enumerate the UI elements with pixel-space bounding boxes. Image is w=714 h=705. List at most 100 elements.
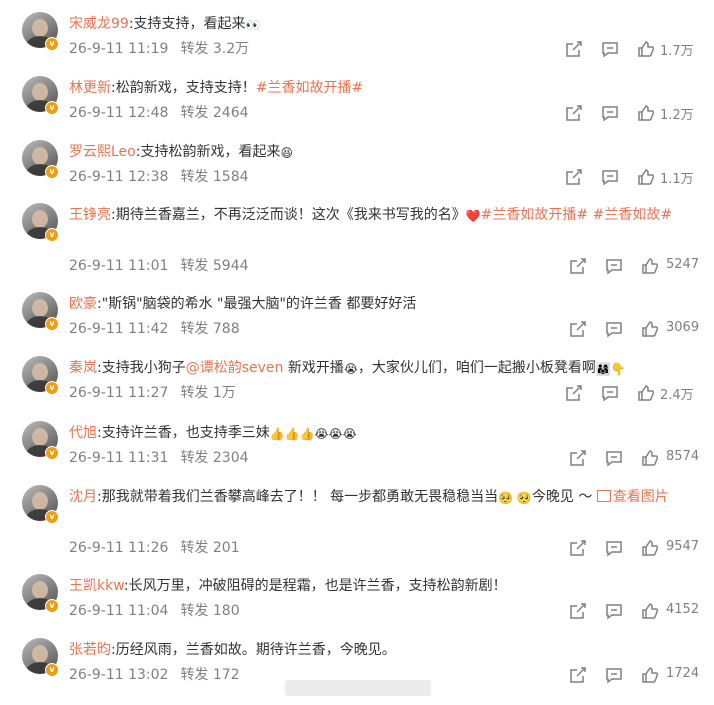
repost-count: 788 [212,321,240,337]
username-link[interactable]: 王凯kkw [69,578,124,594]
watermark [285,680,431,696]
share-icon[interactable] [564,39,584,59]
view-image-link[interactable]: 查看图片 [596,489,669,505]
thumbs-up-icon[interactable] [640,319,660,339]
username-link[interactable]: 宋威龙99 [69,16,129,32]
topic-link[interactable]: #兰香如故# [593,207,672,223]
share-icon[interactable] [564,103,584,123]
comment-date: 26-9-11 11:42 [69,321,169,337]
like-count: 1.2万 [660,108,694,123]
comment-icon[interactable] [600,39,620,59]
share-icon[interactable] [568,319,588,339]
repost-label: 转发 [180,603,209,619]
thumbs-up-icon[interactable] [640,601,660,621]
thumbs-up-icon[interactable] [636,103,656,123]
like-count: 8574 [666,449,700,464]
repost-count: 3.2万 [212,41,250,57]
comment-text: 王铮亮:期待兰香嘉兰，不再泛泛而谈！这次《我来书写我的名》❤️#兰香如故开播# … [69,203,689,228]
repost-label: 转发 [180,169,209,185]
comment-icon[interactable] [600,103,620,123]
comment-meta: 26-9-11 12:38 转发 1584 [69,166,249,186]
repost-count: 5944 [212,258,249,274]
verified-badge-icon: v [45,165,59,179]
thumbs-up-icon[interactable] [636,39,656,59]
pleading-emoji: 🥺 🥺 [498,491,532,505]
comment-text: 罗云熙Leo:支持松韵新戏，看起来😆 [69,140,689,165]
comment-icon[interactable] [604,256,624,276]
comment-meta: 26-9-11 11:31 转发 2304 [69,447,249,467]
comment-text: 张若昀:历经风雨，兰香如故。期待许兰香，今晚见。 [69,642,396,658]
comment-date: 26-9-11 11:01 [69,258,169,274]
repost-count: 1万 [212,385,236,401]
comment-meta: 26-9-11 12:48 转发 2464 [69,102,249,122]
repost-label: 转发 [180,667,209,683]
comment-icon[interactable] [600,167,620,187]
comment-text: 王凯kkw:长风万里，冲破阻碍的是程霜，也是许兰香，支持松韵新剧！ [69,578,507,594]
share-icon[interactable] [568,601,588,621]
username-link[interactable]: 王铮亮 [69,207,111,223]
username-link[interactable]: 欧豪 [69,296,97,312]
repost-label: 转发 [180,258,209,274]
share-icon[interactable] [568,256,588,276]
repost-count: 2304 [212,450,249,466]
share-icon[interactable] [568,538,588,558]
comment-text: 宋威龙99:支持支持，看起来👀 [69,12,689,37]
comment-meta: 26-9-11 11:42 转发 788 [69,318,240,338]
repost-label: 转发 [180,41,209,57]
comment-meta: 26-9-11 11:19 转发 3.2万 [69,38,249,58]
like-count: 2.4万 [660,388,694,403]
username-link[interactable]: 沈月 [69,489,97,505]
share-icon[interactable] [568,665,588,685]
repost-label: 转发 [180,385,209,401]
repost-count: 2464 [212,105,249,121]
like-count: 9547 [666,539,700,554]
username-link[interactable]: 张若昀 [69,642,111,658]
username-link[interactable]: 罗云熙Leo [69,144,136,160]
topic-link[interactable]: #兰香如故开播# [256,80,363,96]
username-link[interactable]: 代旭 [69,425,97,441]
family-pointing-emoji: 👨‍👩‍👧👇 [595,362,626,376]
thumbs-up-icon[interactable] [640,665,660,685]
mention-link[interactable]: @谭松韵seven [186,360,284,376]
comment-text: 沈月:那我就带着我们兰香攀高峰去了！！ 每一步都勇敢无畏稳稳当当🥺 🥺今晚见 ～… [69,485,689,510]
comment-date: 26-9-11 11:04 [69,603,169,619]
like-count: 1.1万 [660,172,694,187]
verified-badge-icon: v [45,663,59,677]
comment-date: 26-9-11 11:19 [69,41,169,57]
like-count: 5247 [666,257,700,272]
comment-icon[interactable] [604,448,624,468]
comment-icon[interactable] [604,665,624,685]
comment-date: 26-9-11 12:48 [69,105,169,121]
laughing-emoji: 😆 [280,146,293,160]
share-icon[interactable] [564,167,584,187]
thumbs-up-icon[interactable] [640,538,660,558]
thumbs-up-icon[interactable] [636,383,656,403]
repost-count: 201 [212,540,240,556]
eyes-emoji: 👀 [245,18,261,32]
comment-text: 林更新:松韵新戏，支持支持！#兰香如故开播# [69,80,364,96]
repost-label: 转发 [180,321,209,337]
share-icon[interactable] [564,383,584,403]
comment-icon[interactable] [604,319,624,339]
topic-link[interactable]: #兰香如故开播# [481,207,588,223]
thumbs-crying-emoji: 👍👍👍😭😭😭 [269,427,357,441]
comment-icon[interactable] [600,383,620,403]
comment-icon[interactable] [604,538,624,558]
comment-icon[interactable] [604,601,624,621]
repost-label: 转发 [180,105,209,121]
crying-emoji: 😭 [343,362,358,376]
username-link[interactable]: 林更新 [69,80,111,96]
verified-badge-icon: v [45,37,59,51]
like-count: 3069 [666,320,700,335]
comment-text: 欧豪:"斯锅"脑袋的希水 "最强大脑"的许兰香 都要好好活 [69,296,417,312]
verified-badge-icon: v [45,101,59,115]
repost-label: 转发 [180,540,209,556]
comment-meta: 26-9-11 13:02 转发 172 [69,664,240,684]
username-link[interactable]: 秦岚 [69,360,97,376]
thumbs-up-icon[interactable] [640,448,660,468]
comment-date: 26-9-11 11:27 [69,385,169,401]
comment-meta: 26-9-11 11:27 转发 1万 [69,382,236,402]
thumbs-up-icon[interactable] [640,256,660,276]
thumbs-up-icon[interactable] [636,167,656,187]
share-icon[interactable] [568,448,588,468]
